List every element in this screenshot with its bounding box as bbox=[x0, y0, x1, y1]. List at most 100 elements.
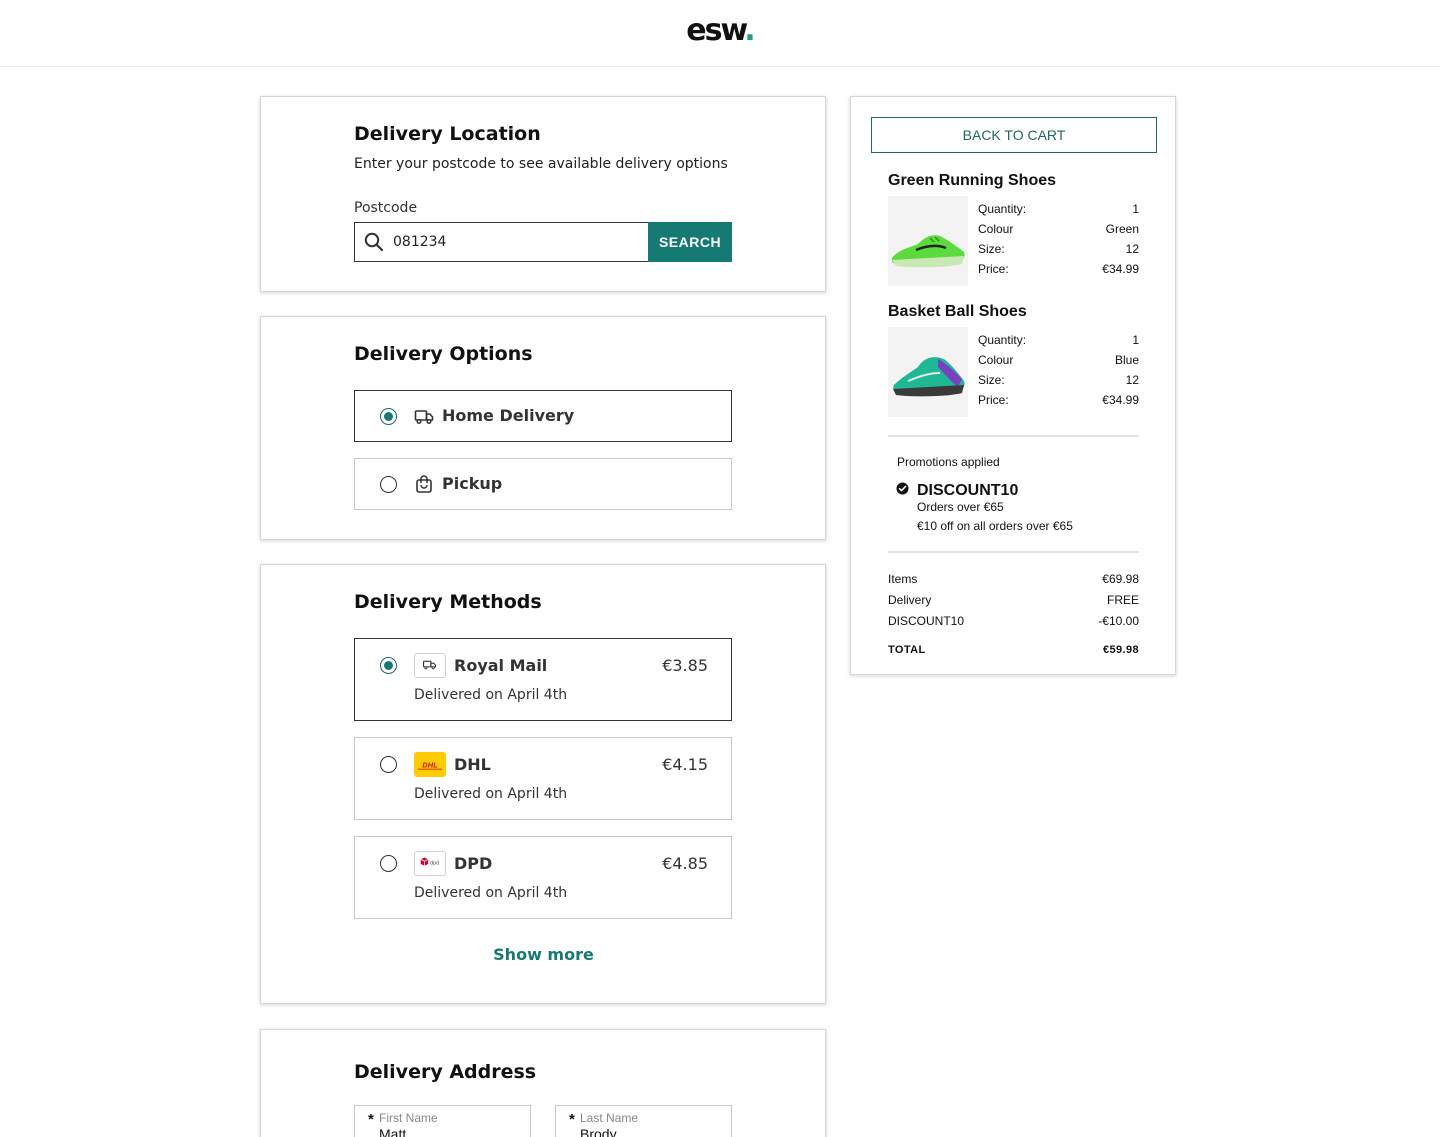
truck-icon bbox=[414, 410, 434, 425]
home-delivery-label: Home Delivery bbox=[442, 406, 575, 425]
royal-mail-logo bbox=[414, 653, 446, 678]
promo-condition: Orders over €65 bbox=[917, 500, 1004, 514]
totals-label: DISCOUNT10 bbox=[888, 614, 965, 628]
totals-row-grand-total: TOTAL €59.98 bbox=[888, 643, 1139, 664]
spec-value: €34.99 bbox=[1102, 393, 1139, 407]
last-name-field[interactable]: * Last Name Brody bbox=[555, 1105, 732, 1137]
spec-row: Price: €34.99 bbox=[978, 262, 1139, 282]
truck-icon bbox=[423, 660, 437, 670]
spec-value: 1 bbox=[1132, 202, 1139, 216]
delivery-methods-title: Delivery Methods bbox=[354, 591, 542, 613]
dhl-date: Delivered on April 4th bbox=[414, 786, 568, 802]
totals-row-delivery: Delivery FREE bbox=[888, 593, 1139, 614]
royal-mail-price: €3.85 bbox=[662, 656, 708, 675]
spec-row: Colour Green bbox=[978, 222, 1139, 242]
spec-value: €34.99 bbox=[1102, 262, 1139, 276]
royal-mail-name: Royal Mail bbox=[454, 656, 548, 675]
dhl-name: DHL bbox=[454, 755, 491, 774]
svg-text:dpd: dpd bbox=[430, 860, 439, 866]
total-value: €59.98 bbox=[1102, 644, 1139, 656]
product-name: Green Running Shoes bbox=[888, 172, 1057, 189]
postcode-label: Postcode bbox=[354, 200, 418, 216]
totals-value: -€10.00 bbox=[1098, 614, 1139, 628]
green-running-shoe-image bbox=[888, 196, 968, 286]
spec-label: Colour bbox=[978, 222, 1014, 236]
delivery-address-title: Delivery Address bbox=[354, 1061, 537, 1083]
totals-label: Delivery bbox=[888, 593, 932, 607]
divider bbox=[888, 435, 1139, 437]
dhl-logo-mark: DHL bbox=[418, 760, 442, 770]
show-more-link[interactable]: Show more bbox=[261, 945, 826, 964]
first-name-field[interactable]: * First Name Matt bbox=[354, 1105, 531, 1137]
last-name-label: Last Name bbox=[580, 1111, 639, 1125]
first-name-value[interactable]: Matt bbox=[379, 1126, 406, 1137]
spec-row: Size: 12 bbox=[978, 373, 1139, 393]
royal-mail-date: Delivered on April 4th bbox=[414, 687, 568, 703]
dhl-price: €4.15 bbox=[662, 755, 708, 774]
spec-row: Price: €34.99 bbox=[978, 393, 1139, 413]
method-dhl[interactable]: DHL DHL €4.15 Delivered on April 4th bbox=[354, 737, 732, 820]
royal-mail-radio[interactable] bbox=[380, 657, 397, 674]
delivery-options-card: Delivery Options Home Delivery Pickup bbox=[260, 316, 826, 540]
dpd-name: DPD bbox=[454, 854, 493, 873]
back-to-cart-button[interactable]: BACK TO CART bbox=[871, 117, 1157, 153]
delivery-location-title: Delivery Location bbox=[354, 123, 541, 145]
pickup-radio[interactable] bbox=[380, 476, 397, 493]
product-specs: Quantity: 1 Colour Green Size: 12 Price: €34… bbox=[978, 202, 1139, 282]
spec-label: Size: bbox=[978, 373, 1005, 387]
spec-row: Quantity: 1 bbox=[978, 202, 1139, 222]
dpd-logo-mark: dpd bbox=[420, 857, 439, 866]
search-icon bbox=[364, 232, 384, 252]
postcode-field[interactable] bbox=[354, 222, 649, 262]
dpd-radio[interactable] bbox=[380, 855, 397, 872]
spec-label: Price: bbox=[978, 262, 1009, 276]
totals-row-discount: DISCOUNT10 -€10.00 bbox=[888, 614, 1139, 635]
search-button[interactable]: SEARCH bbox=[648, 222, 732, 262]
spec-value: 12 bbox=[1125, 373, 1139, 387]
spec-row: Quantity: 1 bbox=[978, 333, 1139, 353]
spec-label: Quantity: bbox=[978, 202, 1027, 216]
method-dpd[interactable]: dpd DPD €4.85 Delivered on April 4th bbox=[354, 836, 732, 919]
required-mark: * bbox=[368, 1111, 374, 1128]
promo-code: DISCOUNT10 bbox=[917, 482, 1019, 499]
promo-description: €10 off on all orders over €65 bbox=[917, 519, 1073, 533]
shoe-illustration bbox=[893, 357, 965, 397]
spec-label: Size: bbox=[978, 242, 1005, 256]
spec-label: Colour bbox=[978, 353, 1014, 367]
basketball-shoe-image bbox=[888, 327, 968, 417]
site-header: esw. bbox=[0, 0, 1440, 67]
last-name-value[interactable]: Brody bbox=[580, 1126, 617, 1137]
spec-value: 1 bbox=[1132, 333, 1139, 347]
option-home-delivery[interactable]: Home Delivery bbox=[354, 390, 732, 442]
totals-label: Items bbox=[888, 572, 918, 586]
spec-value: Blue bbox=[1114, 353, 1139, 367]
dhl-logo: DHL bbox=[414, 752, 446, 777]
total-label: TOTAL bbox=[888, 644, 926, 656]
delivery-methods-card: Delivery Methods Royal Mail €3.85 Delive… bbox=[260, 564, 826, 1004]
method-royal-mail[interactable]: Royal Mail €3.85 Delivered on April 4th bbox=[354, 638, 732, 721]
totals-value: €69.98 bbox=[1102, 572, 1139, 586]
shoe-illustration bbox=[891, 235, 965, 268]
product-name: Basket Ball Shoes bbox=[888, 303, 1027, 320]
delivery-address-card: Delivery Address * First Name Matt * Las… bbox=[260, 1029, 826, 1137]
order-summary-card: BACK TO CART Green Running Shoes Quantit… bbox=[850, 96, 1176, 675]
shopping-bag-icon bbox=[416, 475, 432, 493]
order-totals: Items €69.98 Delivery FREE DISCOUNT10 -€10.… bbox=[888, 572, 1139, 664]
spec-label: Price: bbox=[978, 393, 1009, 407]
first-name-label: First Name bbox=[379, 1111, 438, 1125]
divider bbox=[888, 551, 1139, 553]
spec-value: 12 bbox=[1125, 242, 1139, 256]
option-pickup[interactable]: Pickup bbox=[354, 458, 732, 510]
spec-value: Green bbox=[1105, 222, 1139, 236]
required-mark: * bbox=[569, 1111, 575, 1128]
totals-row-items: Items €69.98 bbox=[888, 572, 1139, 593]
dpd-date: Delivered on April 4th bbox=[414, 885, 568, 901]
dpd-logo: dpd bbox=[414, 851, 446, 876]
esw-logo[interactable]: esw. bbox=[0, 13, 1440, 48]
dhl-radio[interactable] bbox=[380, 756, 397, 773]
home-delivery-radio[interactable] bbox=[380, 408, 397, 425]
pickup-label: Pickup bbox=[442, 474, 503, 493]
product-specs: Quantity: 1 Colour Blue Size: 12 Price: €34.… bbox=[978, 333, 1139, 413]
spec-row: Colour Blue bbox=[978, 353, 1139, 373]
postcode-input[interactable] bbox=[393, 229, 643, 255]
